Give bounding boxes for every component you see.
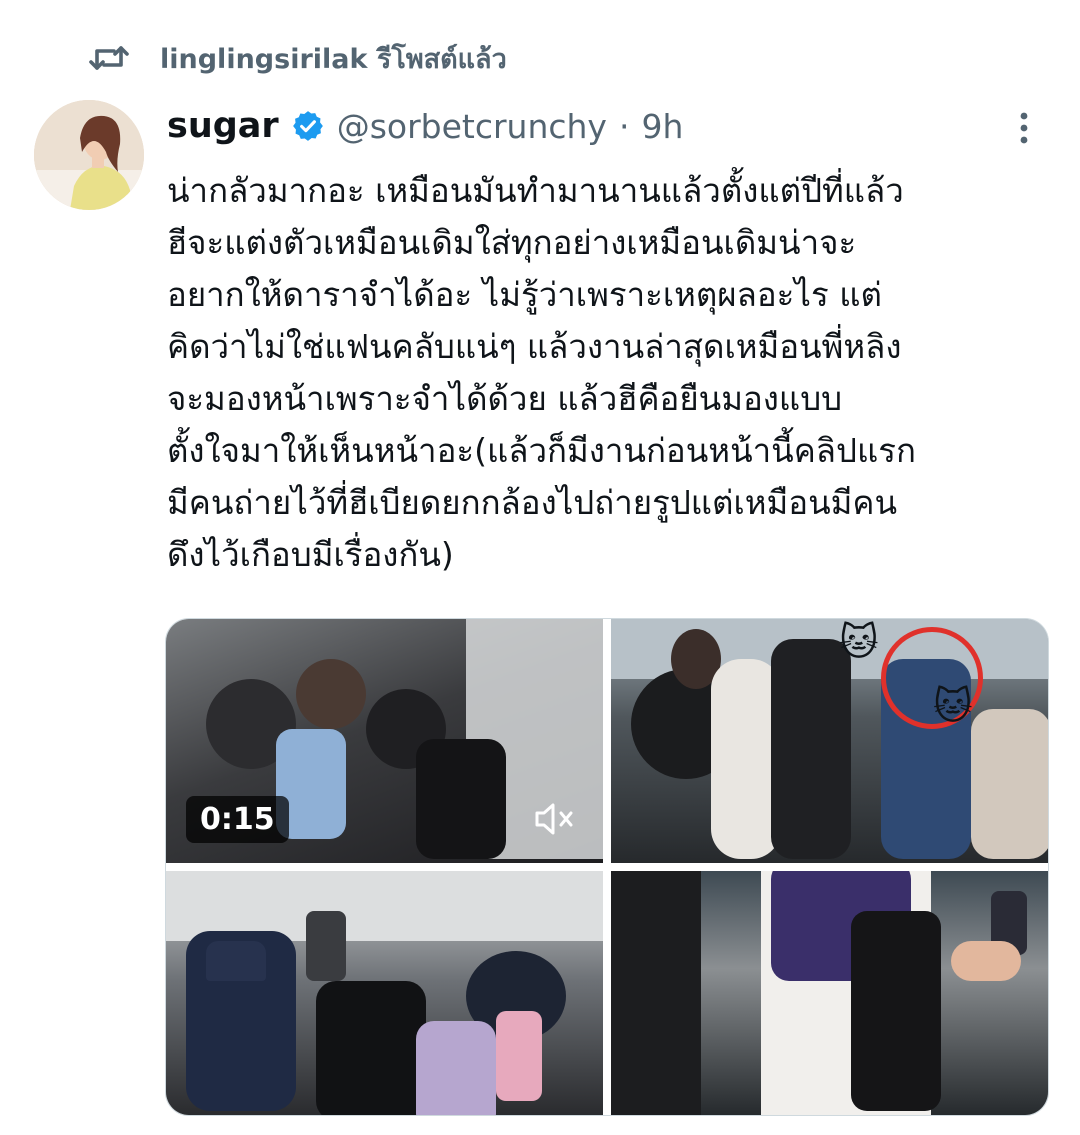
display-name[interactable]: sugar [167, 106, 279, 146]
tweet-text-line: มีคนถ่ายไว้ที่ฮีเบียดยกกล้องไปถ่ายรูปแต่… [167, 483, 898, 522]
video-duration-badge: 0:15 [186, 796, 289, 843]
tweet-text-line: น่ากลัวมากอะ เหมือนมันทำมานานแล้วตั้งแต่… [167, 171, 904, 210]
tweet-text-line: ฮีจะแต่งตัวเหมือนเดิมใส่ทุกอย่างเหมือนเด… [167, 223, 857, 262]
media-grid: 0:15 🐱 🐱 [165, 618, 1049, 1116]
avatar-image [34, 100, 144, 210]
cat-emoji-sticker: 🐱 [933, 684, 973, 728]
image-thumbnail[interactable] [611, 871, 1048, 1115]
tweet-text-line: จะมองหน้าเพราะจำได้ด้วย แล้วฮีคือยืนมองแ… [167, 379, 843, 418]
timestamp[interactable]: 9h [641, 107, 683, 146]
separator-dot: · [618, 106, 630, 146]
tweet-text-line: ตั้งใจมาให้เห็นหน้าอะ(แล้วก็มีงานก่อนหน้… [167, 431, 916, 470]
user-handle[interactable]: @sorbetcrunchy [337, 107, 607, 146]
tweet-text-line: คิดว่าไม่ใช่แฟนคลับแน่ๆ แล้วงานล่าสุดเหม… [167, 327, 902, 366]
avatar[interactable] [34, 100, 144, 210]
repost-indicator[interactable]: linglingsirilak รีโพสต์แล้ว [88, 36, 507, 80]
tweet-text: น่ากลัวมากอะ เหมือนมันทำมานานแล้วตั้งแต่… [167, 165, 1067, 581]
image-thumbnail[interactable] [166, 871, 603, 1115]
repost-text[interactable]: linglingsirilak รีโพสต์แล้ว [160, 37, 507, 80]
tweet-text-line: อยากให้ดาราจำได้อะ ไม่รู้ว่าเพราะเหตุผลอ… [167, 275, 882, 314]
repost-icon [88, 42, 130, 74]
video-thumbnail[interactable]: 0:15 [166, 619, 603, 863]
image-thumbnail[interactable]: 🐱 🐱 [611, 619, 1048, 863]
cat-emoji-sticker: 🐱 [839, 620, 879, 664]
tweet-text-line: ดึงไว้เกือบมีเรื่องกัน) [167, 535, 454, 574]
tweet-header: sugar @sorbetcrunchy · 9h [167, 100, 683, 152]
more-options-icon[interactable] [1014, 108, 1034, 152]
verified-badge-icon[interactable] [291, 109, 325, 143]
muted-speaker-icon[interactable] [533, 799, 579, 843]
